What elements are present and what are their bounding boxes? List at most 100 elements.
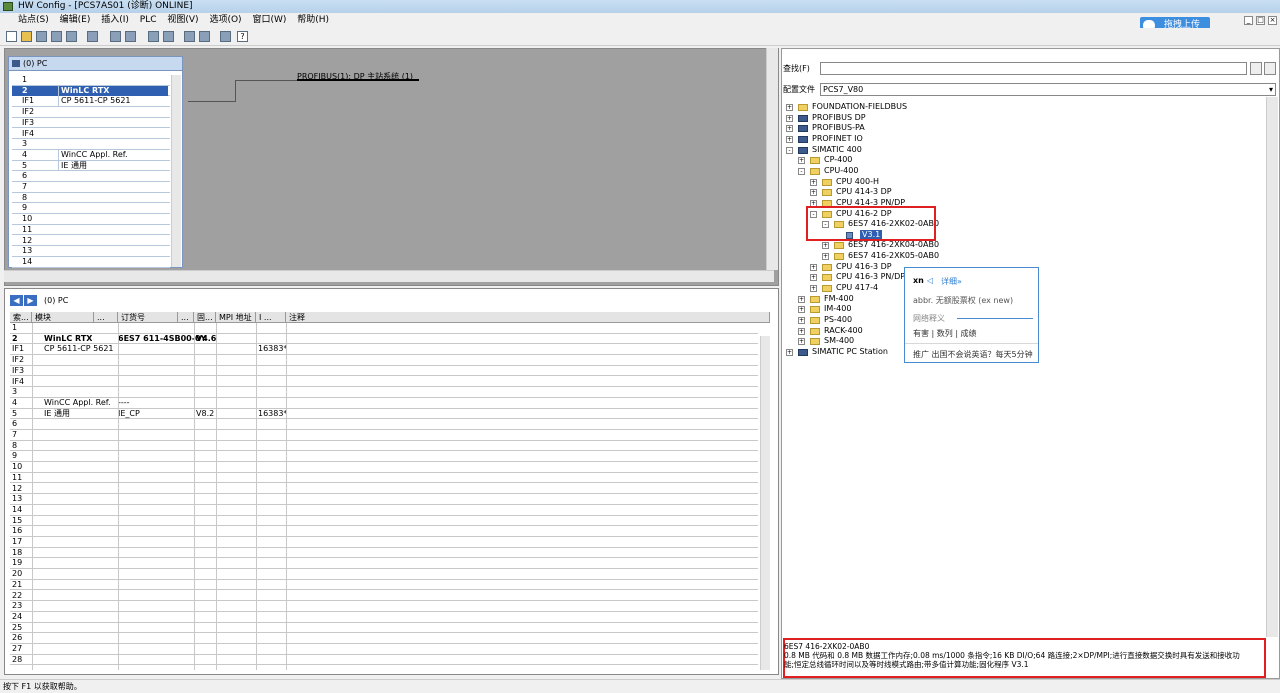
back-arrow-icon[interactable]: ◀ xyxy=(10,295,23,306)
upload-plc-icon[interactable] xyxy=(148,31,159,42)
menu-help[interactable]: 帮助(H) xyxy=(293,13,333,28)
rack-slot-row[interactable]: IF2 xyxy=(12,107,170,118)
col-order-more[interactable]: ... xyxy=(178,312,194,323)
detail-row[interactable]: IF1 CP 5611-CP 5621 16383* xyxy=(10,344,758,356)
expand-icon[interactable]: + xyxy=(798,295,805,303)
catalog-tree-item[interactable]: + CPU 414-3 DP xyxy=(784,187,1264,198)
detail-row[interactable]: 6 xyxy=(10,419,758,430)
detail-row[interactable]: 5 IE 通用 IE_CP V8.2 16383* xyxy=(10,409,758,420)
expand-icon[interactable]: + xyxy=(810,285,817,293)
station-vscroll[interactable] xyxy=(766,48,778,270)
window-icon[interactable] xyxy=(199,31,210,42)
detail-row[interactable]: IF3 xyxy=(10,366,758,377)
detail-scrollbar[interactable] xyxy=(760,336,770,670)
catalog-icon[interactable] xyxy=(184,31,195,42)
catalog-tree-item[interactable]: + PROFIBUS-PA xyxy=(784,123,1264,134)
expand-icon[interactable]: + xyxy=(798,327,805,335)
station-hscroll[interactable] xyxy=(4,270,774,282)
expand-icon[interactable]: + xyxy=(786,348,793,356)
detail-row[interactable]: 23 xyxy=(10,601,758,612)
catalog-tree-item[interactable]: + CPU 400-H xyxy=(784,177,1264,188)
detail-row[interactable]: 13 xyxy=(10,494,758,505)
menu-plc[interactable]: PLC xyxy=(136,13,161,28)
find-next-icon[interactable] xyxy=(1250,62,1262,75)
detail-row[interactable]: 21 xyxy=(10,580,758,591)
detail-row[interactable]: 25 xyxy=(10,623,758,634)
expand-icon[interactable]: + xyxy=(810,189,817,197)
rack-slot-row[interactable]: 2 WinLC RTX xyxy=(12,85,170,97)
detail-row[interactable]: 8 xyxy=(10,441,758,452)
menu-view[interactable]: 视图(V) xyxy=(163,13,202,28)
detail-row[interactable]: 20 xyxy=(10,569,758,580)
rack-slot-row[interactable]: 4 WinCC Appl. Ref. xyxy=(12,149,170,161)
catalog-tree-item[interactable]: + FOUNDATION-FIELDBUS xyxy=(784,102,1264,113)
rack-slot-row[interactable]: IF4 xyxy=(12,129,170,140)
catalog-scrollbar[interactable] xyxy=(1266,97,1278,637)
catalog-tree-item[interactable]: - CPU-400 xyxy=(784,166,1264,177)
col-firmware[interactable]: 固... xyxy=(194,312,216,323)
detail-row[interactable]: 7 xyxy=(10,430,758,441)
catalog-tree-item[interactable]: - SIMATIC 400 xyxy=(784,145,1264,156)
new-icon[interactable] xyxy=(6,31,17,42)
save-icon[interactable] xyxy=(51,31,62,42)
detail-row[interactable]: 10 xyxy=(10,462,758,473)
download-icon[interactable] xyxy=(36,31,47,42)
menu-edit[interactable]: 编辑(E) xyxy=(56,13,95,28)
col-module-more[interactable]: ... xyxy=(94,312,118,323)
detail-row[interactable]: IF4 xyxy=(10,377,758,388)
rack-slot-row[interactable]: 10 xyxy=(12,214,170,225)
detail-row[interactable]: 15 xyxy=(10,516,758,527)
expand-icon[interactable]: + xyxy=(810,274,817,282)
rack-slot-row[interactable]: 13 xyxy=(12,246,170,257)
expand-icon[interactable]: + xyxy=(786,104,793,111)
detail-row[interactable]: 26 xyxy=(10,633,758,644)
speaker-icon[interactable]: ◁ xyxy=(927,276,933,285)
detail-row[interactable]: 2 WinLC RTX 6ES7 611-4SB00-0Y V4.6 xyxy=(10,334,758,345)
expand-icon[interactable]: + xyxy=(786,135,793,143)
rack-slot-row[interactable]: 7 xyxy=(12,182,170,193)
copy-icon[interactable] xyxy=(110,31,121,42)
menu-window[interactable]: 窗口(W) xyxy=(248,13,290,28)
detail-row[interactable]: 3 xyxy=(10,387,758,398)
col-order[interactable]: 订货号 xyxy=(118,312,178,323)
rack-slot-row[interactable]: 1 xyxy=(12,75,170,86)
detail-row[interactable]: IF2 xyxy=(10,355,758,366)
detail-row[interactable]: 19 xyxy=(10,558,758,570)
netpro-icon[interactable] xyxy=(220,31,231,42)
rack-slot-row[interactable]: 8 xyxy=(12,193,170,204)
rack-slot-row[interactable]: 14 xyxy=(12,257,170,268)
col-io[interactable]: I ... xyxy=(256,312,286,323)
detail-row[interactable]: 4 WinCC Appl. Ref. ---- xyxy=(10,398,758,409)
rack-slot-row[interactable]: 9 xyxy=(12,203,170,215)
detail-row[interactable]: 1 xyxy=(10,323,758,334)
col-comment[interactable]: 注释 xyxy=(286,312,770,323)
open-icon[interactable] xyxy=(21,31,32,42)
detail-row[interactable]: 24 xyxy=(10,612,758,623)
col-index[interactable]: 索... xyxy=(10,312,32,323)
catalog-tree-item[interactable]: +6ES7 416-2XK05-0AB0 xyxy=(784,251,1264,262)
expand-icon[interactable]: + xyxy=(822,253,829,261)
expand-icon[interactable]: + xyxy=(798,317,805,324)
find-prev-icon[interactable] xyxy=(1264,62,1276,75)
detail-row[interactable]: 18 xyxy=(10,548,758,559)
compile-icon[interactable] xyxy=(66,31,77,42)
detail-row[interactable]: 16 xyxy=(10,526,758,537)
catalog-tree-item[interactable]: + CP-400 xyxy=(784,155,1264,166)
forward-arrow-icon[interactable]: ▶ xyxy=(24,295,37,306)
col-module[interactable]: 模块 xyxy=(32,312,94,323)
expand-icon[interactable]: + xyxy=(786,114,793,122)
rack-slot-row[interactable]: IF3 xyxy=(12,118,170,129)
rack-slot-row[interactable]: IF1 CP 5611-CP 5621 xyxy=(12,96,170,108)
close-icon[interactable]: × xyxy=(1268,16,1277,25)
col-mpi[interactable]: MPI 地址 xyxy=(216,312,256,323)
profile-select[interactable]: PCS7_V80 ▾ xyxy=(820,83,1276,96)
catalog-tree-item[interactable]: +6ES7 416-2XK04-0AB0 xyxy=(784,240,1264,251)
collapse-icon[interactable]: - xyxy=(786,146,793,154)
collapse-icon[interactable]: - xyxy=(798,167,805,175)
print-icon[interactable] xyxy=(87,31,98,42)
rack-slot-row[interactable]: 11 xyxy=(12,225,170,236)
detail-row[interactable]: 12 xyxy=(10,484,758,495)
expand-icon[interactable]: + xyxy=(798,157,805,165)
expand-icon[interactable]: + xyxy=(810,263,817,271)
find-input[interactable] xyxy=(820,62,1247,75)
